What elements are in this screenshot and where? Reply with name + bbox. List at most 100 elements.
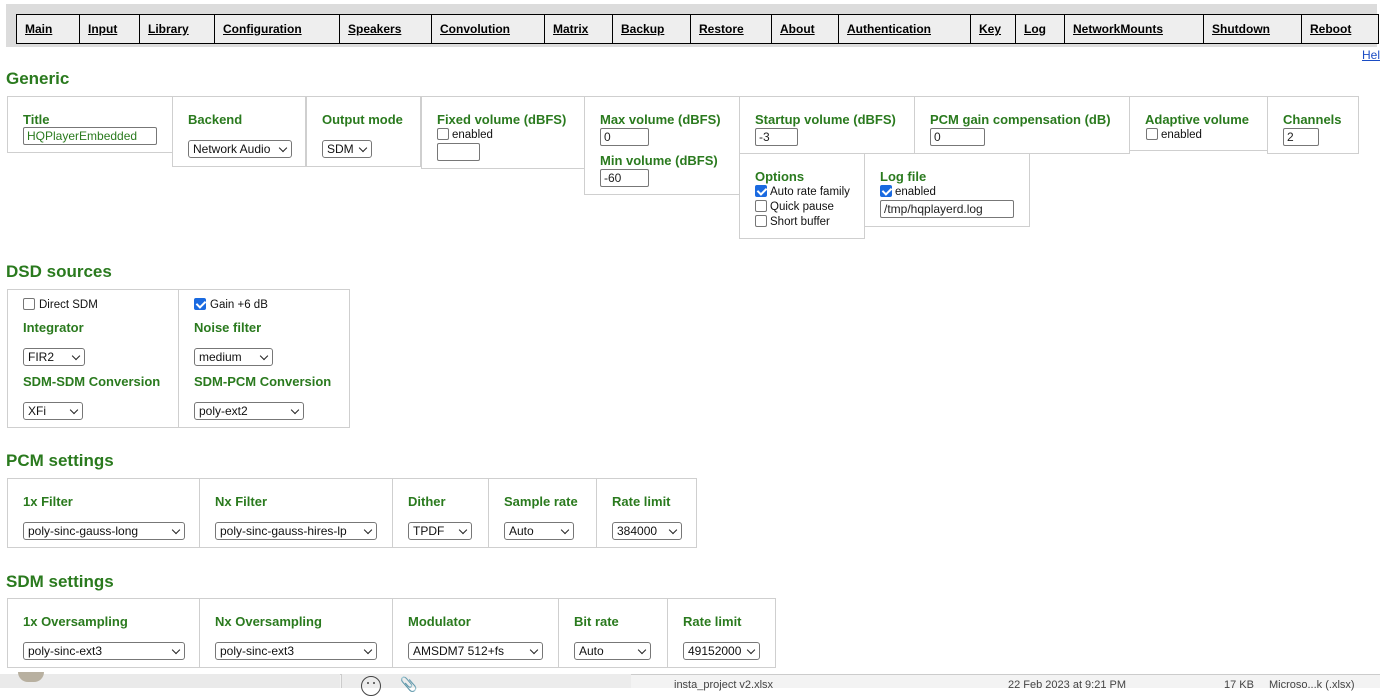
bit-rate-label: Bit rate [574,614,619,629]
modulator-cell: Modulator AMSDM7 512+fs [392,598,559,668]
sdm-rate-limit-cell: Rate limit 49152000 [667,598,776,668]
generic-heading: Generic [6,69,70,88]
sample-rate-cell: Sample rate Auto [488,478,597,548]
short-buffer-checkbox[interactable] [755,215,767,227]
sdm-pcm-label: SDM-PCM Conversion [194,374,332,389]
startup-volume-label: Startup volume (dBFS) [755,112,896,127]
direct-sdm-checkbox[interactable] [23,298,35,310]
startup-volume-cell: Startup volume (dBFS) -3 [739,96,915,154]
os1x-cell: 1x Oversampling poly-sinc-ext3 [7,598,200,668]
nav-restore[interactable]: Restore [691,15,772,43]
sdm-pcm-select[interactable]: poly-ext2 [194,402,304,420]
nav-shutdown[interactable]: Shutdown [1204,15,1302,43]
dither-cell: Dither TPDF [392,478,489,548]
help-link[interactable]: Hel [1362,48,1380,62]
nav-about[interactable]: About [772,15,839,43]
filter1x-select[interactable]: poly-sinc-gauss-long [23,522,185,540]
log-file-enabled-label: enabled [895,186,936,198]
nav-matrix[interactable]: Matrix [545,15,613,43]
pcm-heading: PCM settings [6,451,114,470]
min-volume-label: Min volume (dBFS) [600,153,718,168]
pcm-rate-limit-cell: Rate limit 384000 [596,478,697,548]
title-input[interactable]: HQPlayerEmbedded [23,127,157,145]
filterNx-label: Nx Filter [215,494,268,509]
fixed-volume-label: Fixed volume (dBFS) [437,112,567,127]
adaptive-volume-enabled-label: enabled [1161,129,1202,141]
log-file-label: Log file [880,169,927,184]
integrator-label: Integrator [23,320,84,335]
quick-pause-label: Quick pause [770,201,834,213]
filterNx-select[interactable]: poly-sinc-gauss-hires-lp [215,522,377,540]
dsd-heading: DSD sources [6,262,112,281]
dither-select[interactable]: TPDF [408,522,472,540]
pcm-gain-cell: PCM gain compensation (dB) 0 [914,96,1130,154]
nav-authentication[interactable]: Authentication [839,15,971,43]
attachment-icon[interactable]: 📎 [400,676,417,693]
sample-rate-label: Sample rate [504,494,578,509]
output-mode-label: Output mode [322,112,403,127]
output-mode-cell: Output mode SDM [306,96,421,167]
nav-key[interactable]: Key [971,15,1016,43]
nav-speakers[interactable]: Speakers [340,15,432,43]
log-file-checkbox[interactable] [880,185,892,197]
modulator-select[interactable]: AMSDM7 512+fs [408,642,543,660]
auto-rate-family-checkbox[interactable] [755,185,767,197]
pcm-gain-input[interactable]: 0 [930,128,985,146]
nav-convolution[interactable]: Convolution [432,15,545,43]
bit-rate-select[interactable]: Auto [574,642,651,660]
nav-configuration[interactable]: Configuration [215,15,340,43]
gain-6db-label: Gain +6 dB [210,299,268,311]
channels-input[interactable]: 2 [1283,128,1319,146]
sample-rate-select[interactable]: Auto [504,522,574,540]
sdm-heading: SDM settings [6,572,114,591]
osNx-label: Nx Oversampling [215,614,322,629]
integrator-select[interactable]: FIR2 [23,348,85,366]
noise-filter-select[interactable]: medium [194,348,273,366]
emoji-icon[interactable] [361,676,381,696]
nav-bar: Main Input Library Configuration Speaker… [16,14,1379,44]
min-volume-input[interactable]: -60 [600,169,649,187]
nav-reboot[interactable]: Reboot [1302,15,1378,43]
channels-label: Channels [1283,112,1342,127]
max-volume-input[interactable]: 0 [600,128,649,146]
quick-pause-checkbox[interactable] [755,200,767,212]
nav-main[interactable]: Main [17,15,80,43]
startup-volume-input[interactable]: -3 [755,128,798,146]
nav-networkmounts[interactable]: NetworkMounts [1065,15,1204,43]
fixed-volume-checkbox[interactable] [437,128,449,140]
backend-select[interactable]: Network Audio [188,140,292,158]
adaptive-volume-label: Adaptive volume [1145,112,1250,127]
log-file-input[interactable]: /tmp/hqplayerd.log [880,200,1014,218]
os1x-label: 1x Oversampling [23,614,128,629]
nav-input[interactable]: Input [80,15,140,43]
nav-backup[interactable]: Backup [613,15,691,43]
filterNx-cell: Nx Filter poly-sinc-gauss-hires-lp [199,478,393,548]
dsd-left-cell: Direct SDM Integrator FIR2 SDM-SDM Conve… [7,289,179,428]
sdm-sdm-select[interactable]: XFi [23,402,83,420]
nav-bar-background: Main Input Library Configuration Speaker… [6,4,1379,47]
fixed-volume-input[interactable] [437,143,480,161]
sdm-rate-limit-select[interactable]: 49152000 [683,642,760,660]
direct-sdm-label: Direct SDM [39,299,98,311]
background-file-size: 17 KB [1224,679,1254,691]
background-sidebar [0,674,340,688]
nav-log[interactable]: Log [1016,15,1065,43]
modulator-label: Modulator [408,614,471,629]
adaptive-volume-cell: Adaptive volume enabled [1129,96,1268,151]
background-message-bar [341,674,631,688]
pcm-gain-label: PCM gain compensation (dB) [930,112,1111,127]
osNx-cell: Nx Oversampling poly-sinc-ext3 [199,598,393,668]
max-volume-label: Max volume (dBFS) [600,112,721,127]
gain-6db-checkbox[interactable] [194,298,206,310]
sdm-rate-limit-label: Rate limit [683,614,742,629]
dsd-right-cell: Gain +6 dB Noise filter medium SDM-PCM C… [178,289,350,428]
pcm-rate-limit-select[interactable]: 384000 [612,522,682,540]
channels-cell: Channels 2 [1267,96,1359,154]
output-mode-select[interactable]: SDM [322,140,372,158]
os1x-select[interactable]: poly-sinc-ext3 [23,642,185,660]
fixed-volume-enabled-label: enabled [452,129,493,141]
osNx-select[interactable]: poly-sinc-ext3 [215,642,377,660]
nav-library[interactable]: Library [140,15,215,43]
dither-label: Dither [408,494,446,509]
adaptive-volume-checkbox[interactable] [1146,128,1158,140]
